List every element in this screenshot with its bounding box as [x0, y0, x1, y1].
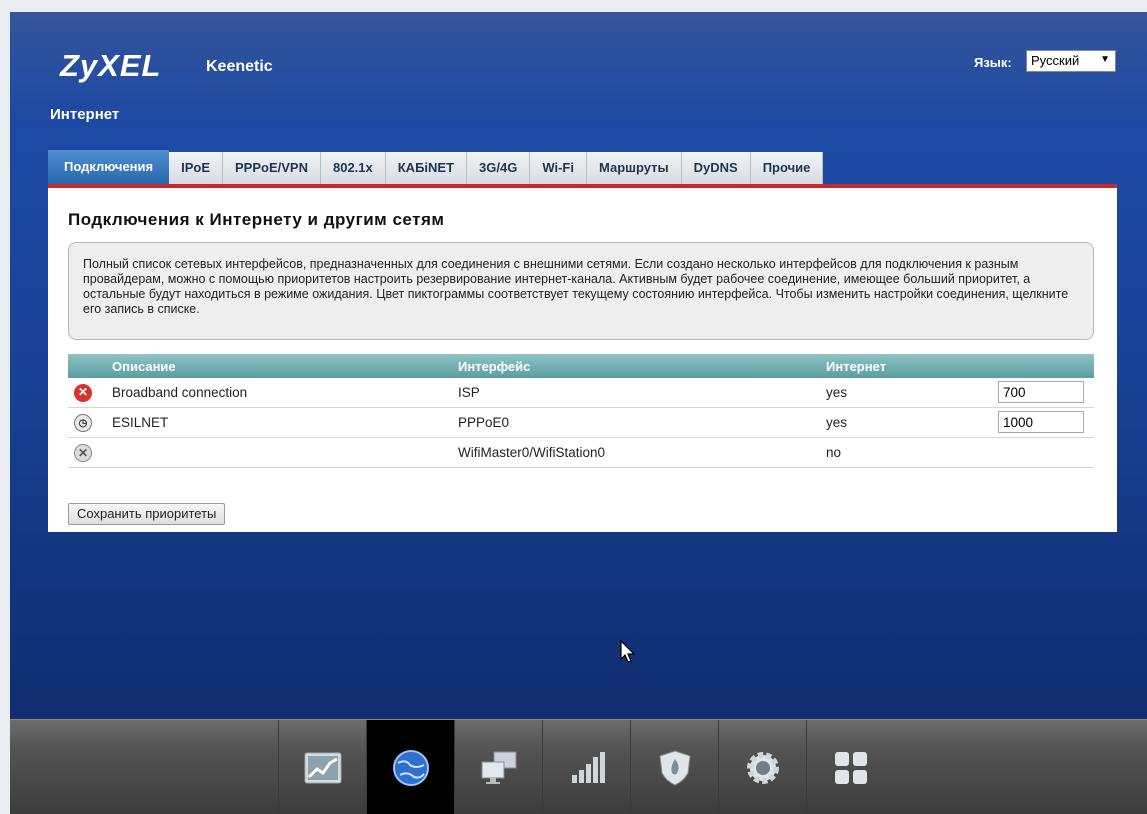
nav-wifi[interactable] — [542, 720, 630, 814]
page-title: Интернет — [50, 106, 120, 123]
info-box: Полный список сетевых интерфейсов, предн… — [68, 242, 1094, 340]
connections-panel: Подключения к Интернету и другим сетям П… — [48, 188, 1117, 532]
language-value: Русский — [1031, 53, 1080, 68]
home-network-icon — [481, 751, 516, 784]
table-row[interactable]: ✕ Broadband connection ISP yes — [68, 378, 1094, 408]
tab-bar: Подключения IPoE PPPoE/VPN 802.1x КАБiNE… — [48, 150, 824, 184]
zyxel-logo: ZyXEL — [60, 48, 162, 83]
nav-monitor[interactable] — [278, 720, 366, 814]
row-description: Broadband connection — [112, 385, 248, 400]
dropdown-arrow-icon: ▼ — [1100, 54, 1110, 65]
tab-kabinet[interactable]: КАБiNET — [385, 152, 468, 184]
nav-home-network[interactable] — [454, 720, 542, 814]
product-name: Keenetic — [206, 58, 273, 75]
language-label: Язык: — [974, 55, 1012, 70]
row-internet: no — [826, 445, 842, 460]
disabled-icon: ✕ — [74, 444, 92, 462]
tab-connections[interactable]: Подключения — [48, 150, 170, 184]
monitor-chart-icon — [304, 752, 341, 783]
row-interface: PPPoE0 — [458, 415, 510, 430]
column-header-description: Описание — [112, 359, 176, 374]
nav-internet[interactable] — [366, 720, 454, 814]
column-header-interface: Интерфейс — [458, 359, 531, 374]
bottom-navigation — [10, 719, 1147, 814]
security-shield-icon — [658, 749, 691, 786]
panel-title: Подключения к Интернету и другим сетям — [68, 210, 445, 229]
tab-pppoe-vpn[interactable]: PPPoE/VPN — [223, 152, 321, 184]
tab-8021x[interactable]: 802.1x — [320, 152, 386, 184]
column-header-internet: Интернет — [826, 359, 887, 374]
row-interface: WifiMaster0/WifiStation0 — [458, 445, 606, 460]
connections-table: Описание Интерфейс Интернет ✕ Broadband … — [68, 354, 1094, 468]
priority-input[interactable] — [998, 411, 1084, 433]
save-priorities-button[interactable]: Сохранить приоритеты — [68, 503, 226, 525]
gear-icon — [746, 751, 779, 784]
row-interface: ISP — [458, 385, 480, 400]
tab-ipoe[interactable]: IPoE — [169, 152, 224, 184]
nav-apps[interactable] — [806, 720, 894, 814]
row-internet: yes — [826, 385, 848, 400]
row-internet: yes — [826, 415, 848, 430]
tab-wifi[interactable]: Wi-Fi — [530, 152, 587, 184]
waiting-icon: ◷ — [74, 414, 92, 432]
apps-grid-icon — [834, 751, 867, 784]
tab-3g4g[interactable]: 3G/4G — [467, 152, 531, 184]
priority-input[interactable] — [998, 381, 1084, 403]
table-row[interactable]: ◷ ESILNET PPPoE0 yes — [68, 408, 1094, 438]
error-icon: ✕ — [74, 384, 92, 402]
nav-settings[interactable] — [718, 720, 806, 814]
language-select[interactable]: Русский ▼ — [1026, 50, 1116, 72]
wifi-signal-icon — [571, 751, 605, 783]
tab-routes[interactable]: Маршруты — [586, 152, 682, 184]
globe-icon — [392, 749, 429, 786]
table-row[interactable]: ✕ WifiMaster0/WifiStation0 no — [68, 438, 1094, 468]
router-admin-window: ZyXEL Keenetic Язык: Русский ▼ Интернет … — [10, 12, 1147, 814]
table-header: Описание Интерфейс Интернет — [68, 354, 1094, 378]
row-description: ESILNET — [112, 415, 169, 430]
tab-dydns[interactable]: DyDNS — [681, 152, 751, 184]
tab-other[interactable]: Прочие — [750, 152, 824, 184]
nav-security[interactable] — [630, 720, 718, 814]
